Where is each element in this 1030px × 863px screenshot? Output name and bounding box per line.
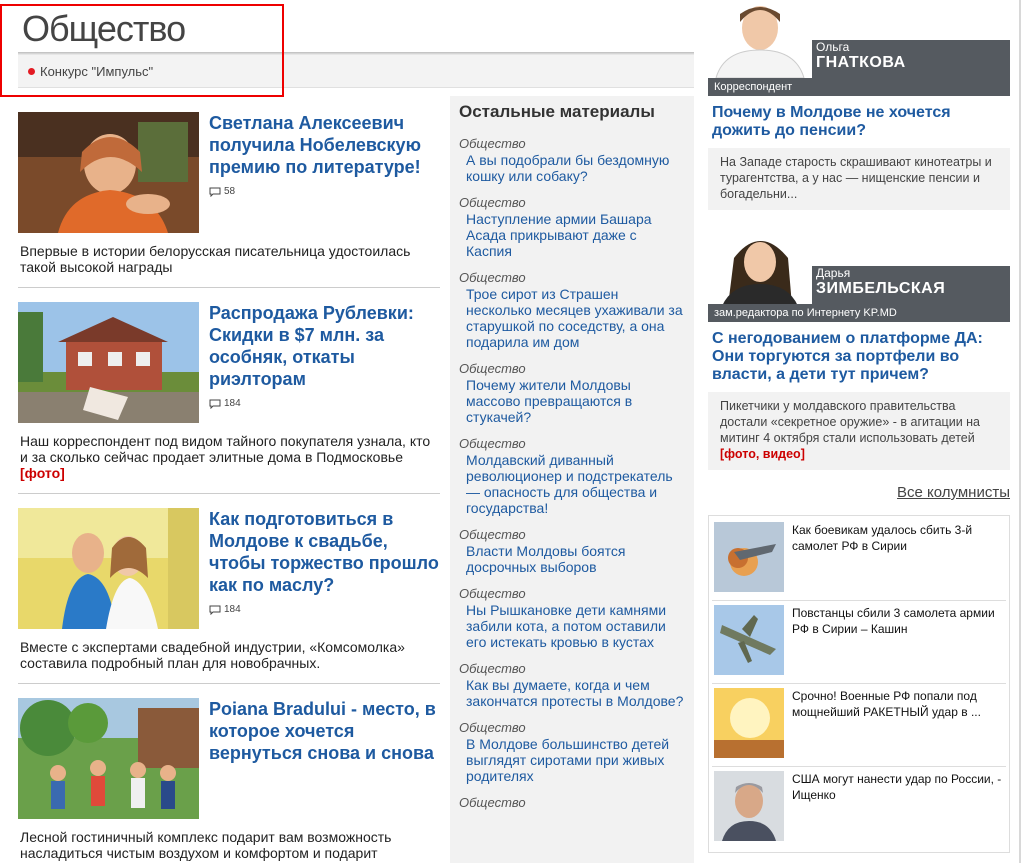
comment-count-value: 58 <box>224 186 236 197</box>
right-column: Ольга ГНАТКОВА Корреспондент Почему в Мо… <box>708 0 1010 853</box>
column-lead: Пикетчики у молдавского правительства до… <box>708 392 1010 470</box>
item-category: Общество <box>459 270 526 285</box>
list-item: Общество <box>459 795 686 810</box>
columnist-first-name: Дарья <box>816 266 851 280</box>
article-item: Как подготовиться в Молдове к свадьбе, ч… <box>18 508 440 684</box>
item-link[interactable]: Наступление армии Башара Асада прикрываю… <box>459 211 686 259</box>
list-item: Общество Власти Молдовы боятся досрочных … <box>459 527 686 575</box>
news-thumb-jet <box>714 605 784 675</box>
item-link[interactable]: Молдавский диванный революционер и подст… <box>459 452 686 516</box>
article-item: Poiana Bradului - место, в которое хочет… <box>18 698 440 863</box>
article-item: Светлана Алексеевич получила Нобелевскую… <box>18 112 440 288</box>
news-title: Повстанцы сбили 3 самолета армии РФ в Си… <box>792 606 995 636</box>
article-lead: Вместе с экспертами свадебной индустрии,… <box>20 639 440 683</box>
column-lead: На Западе старость скрашивают кинотеатры… <box>708 148 1010 210</box>
comment-icon <box>209 399 221 409</box>
list-item: Общество Ны Рышкановке дети камнями забил… <box>459 586 686 650</box>
list-item: Общество Наступление армии Башара Асада п… <box>459 195 686 259</box>
columnist-last-name: ГНАТКОВА <box>816 54 906 71</box>
item-link[interactable]: Как вы думаете, когда и чем закончатся п… <box>459 677 686 709</box>
news-item[interactable]: США могут нанести удар по России, - Ищен… <box>712 767 1006 850</box>
page-edge-divider <box>1019 0 1021 863</box>
article-lead: Наш корреспондент под видом тайного поку… <box>20 433 440 493</box>
item-category: Общество <box>459 661 526 676</box>
comment-icon <box>209 605 221 615</box>
article-lead: Лесной гостиничный комплекс подарит вам … <box>20 829 440 863</box>
comment-count-value: 184 <box>224 604 241 615</box>
article-lead-text: Впервые в истории белорусская писательни… <box>20 243 411 275</box>
item-category: Общество <box>459 136 526 151</box>
news-thumb-explosion <box>714 688 784 758</box>
list-item: Общество А вы подобрали бы бездомную кошк… <box>459 136 686 184</box>
article-photo-wedding[interactable] <box>18 508 199 629</box>
photo-tag[interactable]: [фото] <box>20 465 65 481</box>
item-link[interactable]: В Молдове большинство детей выглядят сир… <box>459 736 686 784</box>
news-title: Срочно! Военные РФ попали под мощнейший … <box>792 689 981 719</box>
news-item[interactable]: Повстанцы сбили 3 самолета армии РФ в Си… <box>712 601 1006 684</box>
news-widget: Как боевикам удалось сбить 3-й самолет Р… <box>708 515 1010 853</box>
item-category: Общество <box>459 720 526 735</box>
comment-icon <box>209 187 221 197</box>
item-link[interactable]: Ны Рышкановке дети камнями забили кота, … <box>459 602 686 650</box>
article-title[interactable]: Poiana Bradului - место, в которое хочет… <box>209 698 440 764</box>
list-item: Общество В Молдове большинство детей выгл… <box>459 720 686 784</box>
item-link[interactable]: Трое сирот из Страшен несколько месяцев … <box>459 286 686 350</box>
comment-count[interactable]: 184 <box>209 398 440 409</box>
article-title[interactable]: Как подготовиться в Молдове к свадьбе, ч… <box>209 508 440 596</box>
comment-count[interactable]: 58 <box>209 186 440 197</box>
comment-count[interactable]: 184 <box>209 604 440 615</box>
article-list: Светлана Алексеевич получила Нобелевскую… <box>18 112 440 863</box>
highlight-frame <box>0 4 284 97</box>
item-category: Общество <box>459 361 526 376</box>
column-title[interactable]: Почему в Молдове не хочется дожить до пе… <box>712 104 1010 140</box>
list-item: Общество Трое сирот из Страшен несколько … <box>459 270 686 350</box>
item-link[interactable]: А вы подобрали бы бездомную кошку или со… <box>459 152 686 184</box>
column-lead-text: Пикетчики у молдавского правительства до… <box>720 399 981 445</box>
columnist-last-name: ЗИМБЕЛЬСКАЯ <box>816 280 946 297</box>
article-lead-text: Лесной гостиничный комплекс подарит вам … <box>20 829 392 861</box>
columnist-role: Корреспондент <box>708 78 1010 96</box>
all-columnists-link[interactable]: Все колумнисты <box>708 484 1010 501</box>
item-category: Общество <box>459 436 526 451</box>
article-photo-resort[interactable] <box>18 698 199 819</box>
article-photo-writer[interactable] <box>18 112 199 233</box>
news-item[interactable]: Срочно! Военные РФ попали под мощнейший … <box>712 684 1006 767</box>
article-title[interactable]: Светлана Алексеевич получила Нобелевскую… <box>209 112 440 178</box>
item-category: Общество <box>459 586 526 601</box>
columnist-avatar <box>708 0 812 78</box>
columnist-first-name: Ольга <box>816 40 850 54</box>
news-title: Как боевикам удалось сбить 3-й самолет Р… <box>792 523 973 553</box>
article-title[interactable]: Распродажа Рублевки: Скидки в $7 млн. за… <box>209 302 440 390</box>
columnist-name-band: Ольга ГНАТКОВА <box>812 40 1010 78</box>
list-item: Общество Как вы думаете, когда и чем зако… <box>459 661 686 709</box>
other-materials-heading: Остальные материалы <box>459 102 655 121</box>
article-lead-text: Вместе с экспертами свадебной индустрии,… <box>20 639 405 671</box>
columnist-card[interactable]: Дарья ЗИМБЕЛЬСКАЯ зам.редактора по Интер… <box>708 228 1010 322</box>
news-title: США могут нанести удар по России, - Ищен… <box>792 772 1002 802</box>
news-thumb-person <box>714 771 784 841</box>
item-link[interactable]: Почему жители Молдовы массово превращают… <box>459 377 686 425</box>
article-item: Распродажа Рублевки: Скидки в $7 млн. за… <box>18 302 440 494</box>
columnist-name-band: Дарья ЗИМБЕЛЬСКАЯ <box>812 266 1010 304</box>
article-lead: Впервые в истории белорусская писательни… <box>20 243 440 287</box>
column-lead-text: На Западе старость скрашивают кинотеатры… <box>720 155 992 201</box>
article-lead-text: Наш корреспондент под видом тайного поку… <box>20 433 431 465</box>
comment-count-value: 184 <box>224 398 241 409</box>
item-category: Общество <box>459 795 526 810</box>
news-thumb-jet <box>714 522 784 592</box>
column-title[interactable]: С негодованием о платформе ДА: Они торгу… <box>712 330 1010 384</box>
list-item: Общество Молдавский диванный революционер… <box>459 436 686 516</box>
other-materials: Остальные материалы Общество А вы подобра… <box>450 96 694 863</box>
columnist-avatar <box>708 228 812 306</box>
media-tag[interactable]: [фото, видео] <box>720 447 805 461</box>
columnist-card[interactable]: Ольга ГНАТКОВА Корреспондент <box>708 0 1010 96</box>
item-category: Общество <box>459 527 526 542</box>
item-link[interactable]: Власти Молдовы боятся досрочных выборов <box>459 543 686 575</box>
list-item: Общество Почему жители Молдовы массово пр… <box>459 361 686 425</box>
article-photo-mansion[interactable] <box>18 302 199 423</box>
columnist-role: зам.редактора по Интернету KP.MD <box>708 304 1010 322</box>
news-item[interactable]: Как боевикам удалось сбить 3-й самолет Р… <box>712 518 1006 601</box>
item-category: Общество <box>459 195 526 210</box>
